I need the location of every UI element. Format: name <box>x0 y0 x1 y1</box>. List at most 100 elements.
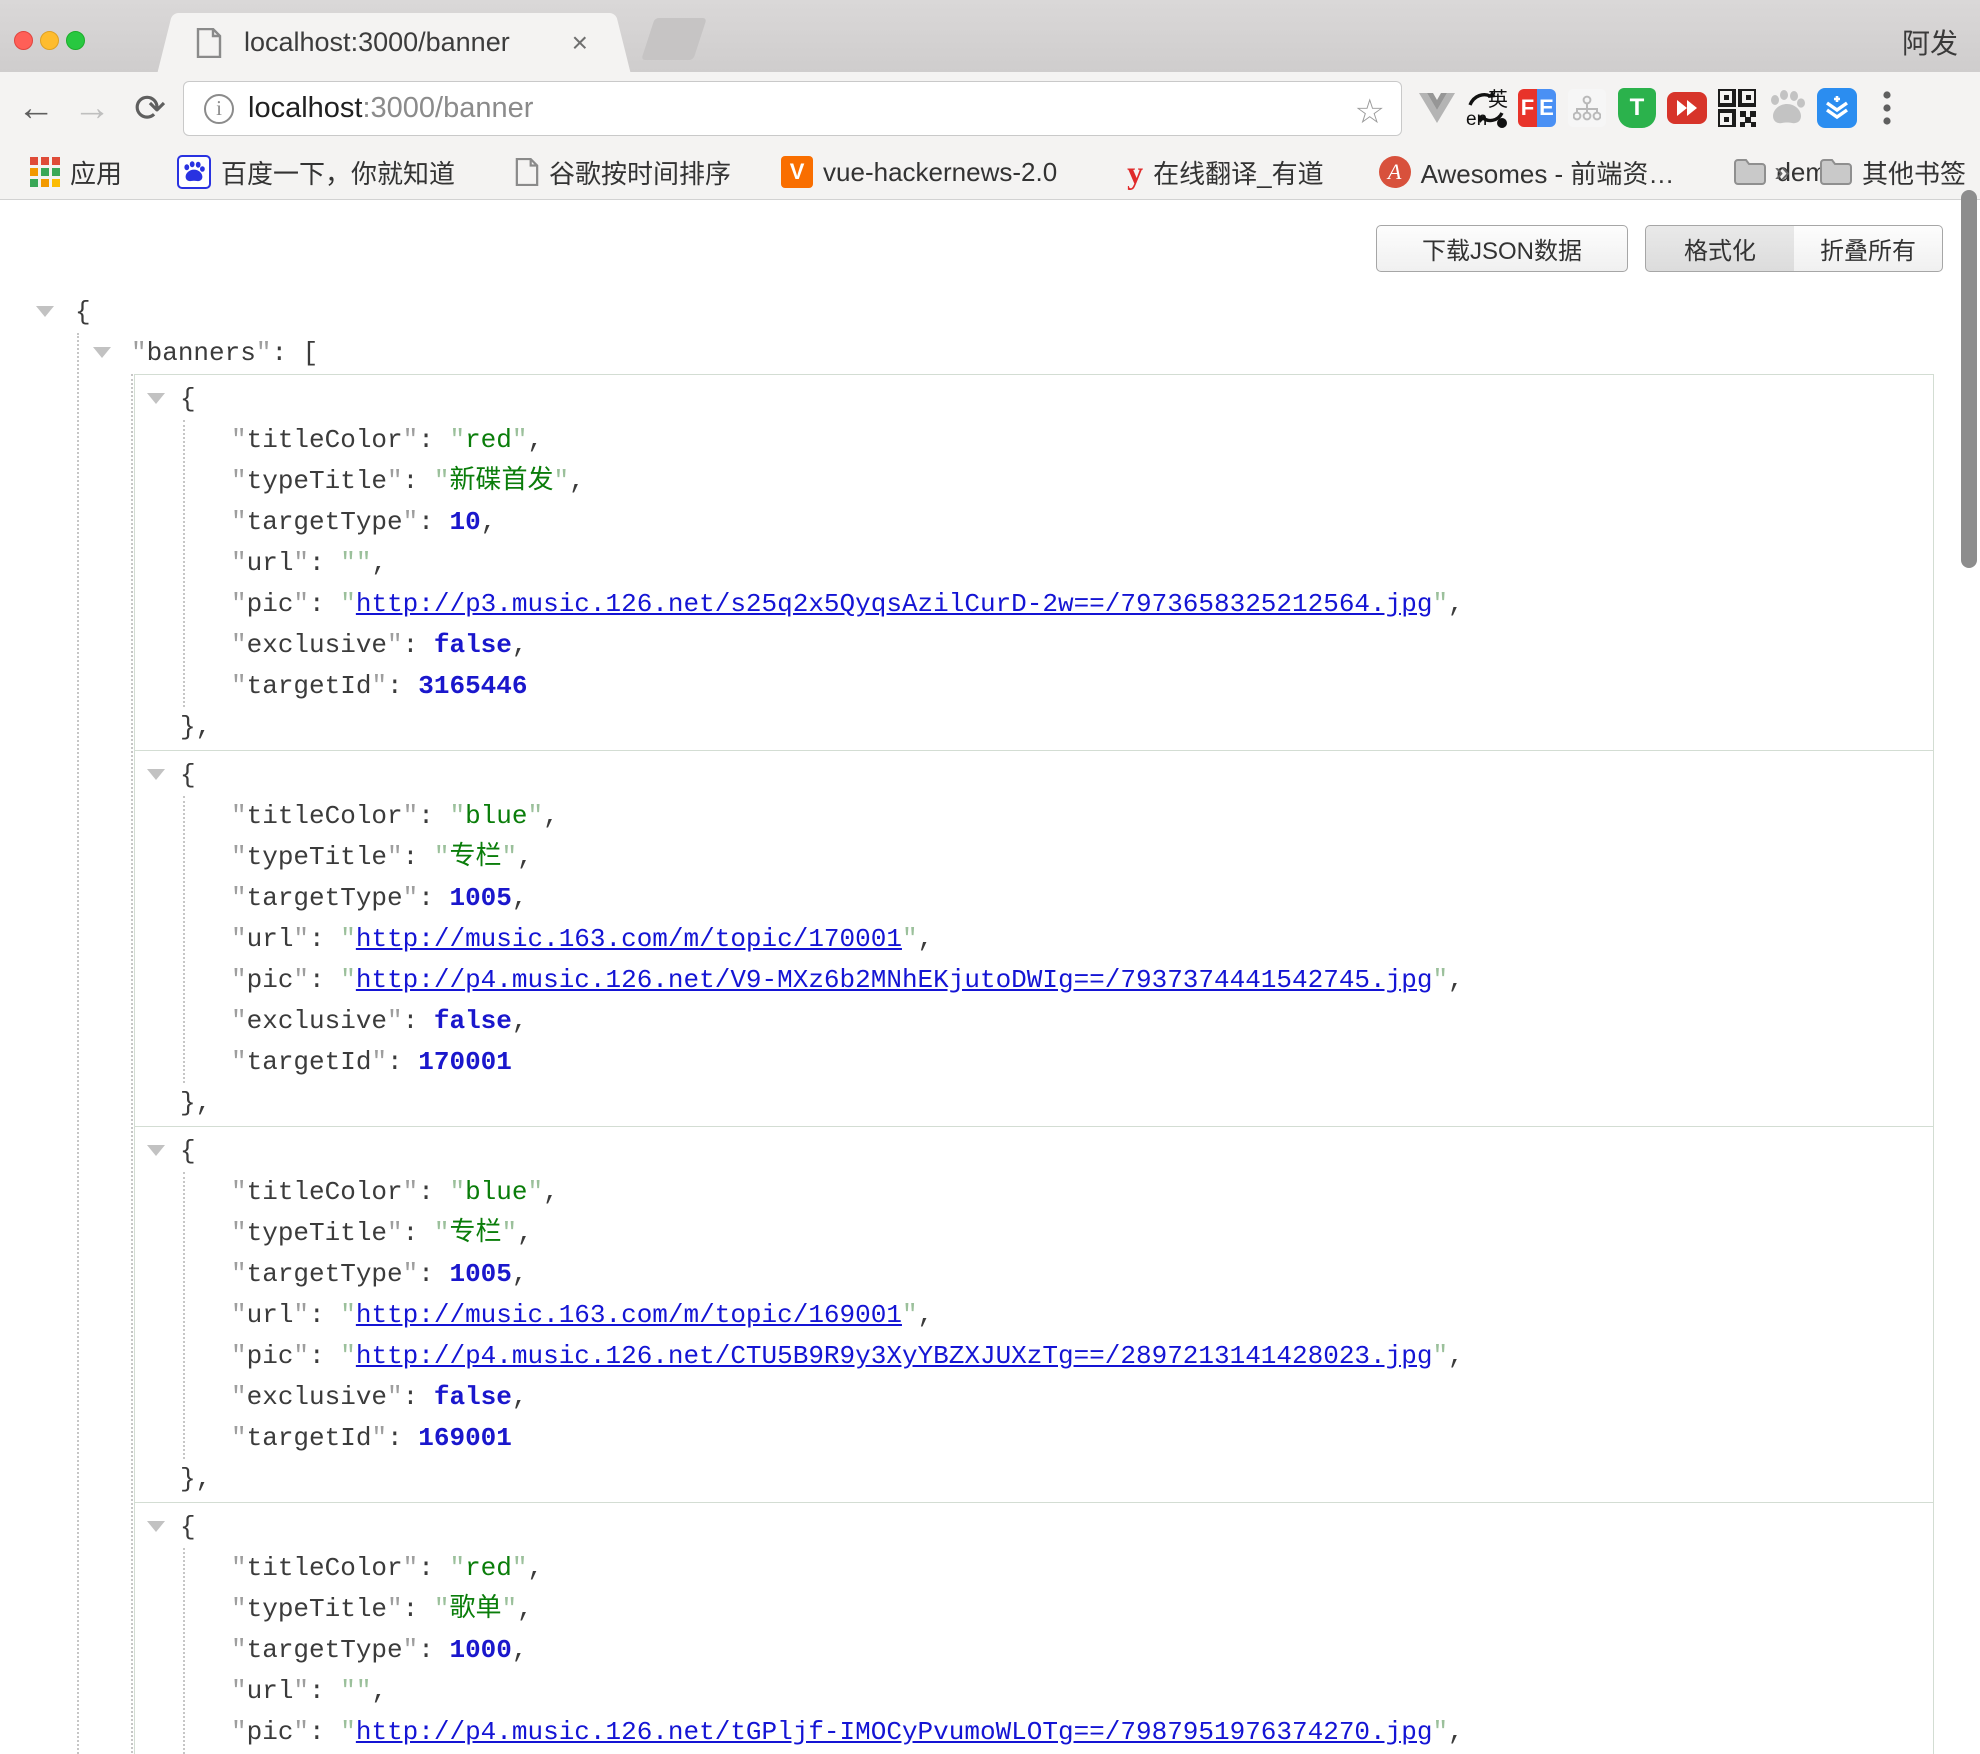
bookmark-label: Awesomes - 前端资… <box>1421 154 1675 191</box>
json-object-open: { <box>135 1131 1933 1172</box>
url-host: localhost <box>248 92 362 124</box>
json-property-targetId: "targetId": 169001 <box>185 1418 1933 1459</box>
tab-title: localhost:3000/banner <box>244 27 510 58</box>
awesomes-icon: A <box>1379 156 1411 188</box>
bookmark-label: 在线翻译_有道 <box>1153 154 1323 191</box>
extensions-row: 英enFE T <box>1412 84 1912 132</box>
json-property-exclusive: "exclusive": false, <box>185 1377 1933 1418</box>
baidu-paw-icon <box>177 155 211 189</box>
bookmarks-overflow-icon[interactable]: » <box>1774 156 1790 188</box>
paw-icon[interactable] <box>1762 84 1812 132</box>
browser-toolbar: ← → ⟳ i localhost:3000/banner ☆ 英enFE T <box>0 72 1980 145</box>
json-property-url: "url": "", <box>185 1671 1933 1712</box>
bookmark-star-icon[interactable]: ☆ <box>1355 92 1385 132</box>
collapse-triangle-icon[interactable] <box>147 393 165 404</box>
collapse-triangle-icon[interactable] <box>36 306 54 317</box>
bookmark-item-1[interactable]: 应用 <box>30 154 122 191</box>
json-viewer: {"banners": [{"titleColor": "red","typeT… <box>0 200 1980 1754</box>
format-button[interactable]: 格式化 <box>1645 225 1795 272</box>
qrcode-icon[interactable] <box>1712 84 1762 132</box>
bookmark-label: vue-hackernews-2.0 <box>823 157 1057 188</box>
json-link[interactable]: http://music.163.com/m/topic/170001 <box>356 924 902 954</box>
bookmark-label: 百度一下，你就知道 <box>221 154 455 191</box>
json-link[interactable]: http://music.163.com/m/topic/169001 <box>356 1300 902 1330</box>
bookmark-item-6[interactable]: A Awesomes - 前端资… <box>1379 154 1675 191</box>
json-banner-object-2: {"titleColor": "blue","typeTitle": "专栏",… <box>134 750 1934 1127</box>
zoom-window-button[interactable] <box>66 31 85 50</box>
downloader-icon[interactable] <box>1812 84 1862 132</box>
json-property-pic: "pic": "http://p4.music.126.net/V9-MXz6b… <box>185 960 1933 1001</box>
json-link[interactable]: http://p3.music.126.net/s25q2x5QyqsAzilC… <box>356 589 1433 619</box>
profile-name[interactable]: 阿发 <box>1902 22 1958 62</box>
video-speed-icon[interactable] <box>1662 84 1712 132</box>
page-icon <box>515 157 539 187</box>
json-property-targetType: "targetType": 1005, <box>185 878 1933 919</box>
folder-icon <box>1820 159 1852 185</box>
other-bookmarks-folder[interactable]: 其他书签 <box>1820 154 1966 191</box>
page-content: 下载JSON数据 格式化 折叠所有 {"banners": [{"titleCo… <box>0 200 1980 1754</box>
fe-icon[interactable]: FE <box>1512 84 1562 132</box>
collapse-all-button[interactable]: 折叠所有 <box>1794 225 1943 272</box>
json-property-typeTitle: "typeTitle": "专栏", <box>185 1213 1933 1254</box>
url-path: :3000/banner <box>362 92 533 124</box>
collapse-triangle-icon[interactable] <box>147 1145 165 1156</box>
address-bar[interactable]: i localhost:3000/banner ☆ <box>183 81 1402 136</box>
json-link[interactable]: http://p4.music.126.net/V9-MXz6b2MNhEKju… <box>356 965 1433 995</box>
json-banners-line: "banners": [ <box>79 333 1980 374</box>
json-banner-object-4: {"titleColor": "red","typeTitle": "歌单","… <box>134 1502 1934 1754</box>
back-icon[interactable]: ← <box>14 86 58 130</box>
json-property-url: "url": "", <box>185 543 1933 584</box>
json-object-close: }, <box>135 1459 1933 1500</box>
sitemap-icon[interactable] <box>1562 84 1612 132</box>
json-property-exclusive: "exclusive": false, <box>185 1001 1933 1042</box>
bookmarks-list: 应用 百度一下，你就知道 谷歌按时间排序 Vvue-hackernews-2.0 y 在线… <box>0 154 1841 191</box>
json-property-targetType: "targetType": 10, <box>185 502 1933 543</box>
new-tab-button[interactable] <box>641 18 707 60</box>
browser-tab[interactable]: localhost:3000/banner × <box>178 13 610 72</box>
vue-devtools-icon[interactable] <box>1412 84 1462 132</box>
collapse-triangle-icon[interactable] <box>93 347 111 358</box>
json-property-targetId: "targetId": 3165446 <box>185 666 1933 707</box>
minimize-window-button[interactable] <box>40 31 59 50</box>
json-object-open: { <box>135 1507 1933 1548</box>
json-object-open: { <box>135 379 1933 420</box>
translate-icon[interactable]: 英en <box>1462 84 1512 132</box>
json-link[interactable]: http://p4.music.126.net/tGPljf-IMOCyPvum… <box>356 1717 1433 1747</box>
json-property-typeTitle: "typeTitle": "专栏", <box>185 837 1933 878</box>
bookmark-label: 谷歌按时间排序 <box>549 154 731 191</box>
tampermonkey-icon[interactable]: T <box>1612 84 1662 132</box>
reload-icon[interactable]: ⟳ <box>128 86 172 130</box>
json-banner-object-3: {"titleColor": "blue","typeTitle": "专栏",… <box>134 1126 1934 1503</box>
json-link[interactable]: http://p4.music.126.net/CTU5B9R9y3XyYBZX… <box>356 1341 1433 1371</box>
json-root-line: { <box>0 292 1980 333</box>
bookmark-item-4[interactable]: Vvue-hackernews-2.0 <box>781 156 1057 188</box>
scrollbar-thumb[interactable] <box>1961 190 1977 568</box>
json-banner-object-1: {"titleColor": "red","typeTitle": "新碟首发"… <box>134 374 1934 751</box>
youdao-icon: y <box>1127 157 1143 187</box>
collapse-triangle-icon[interactable] <box>147 769 165 780</box>
other-bookmarks-label: 其他书签 <box>1862 154 1966 191</box>
json-property-titleColor: "titleColor": "red", <box>185 1548 1933 1589</box>
json-property-exclusive: "exclusive": false, <box>185 625 1933 666</box>
bookmark-item-2[interactable]: 百度一下，你就知道 <box>177 154 455 191</box>
collapse-triangle-icon[interactable] <box>147 1521 165 1532</box>
page-favicon-icon <box>196 28 222 58</box>
json-property-titleColor: "titleColor": "red", <box>185 420 1933 461</box>
json-property-targetType: "targetType": 1000, <box>185 1630 1933 1671</box>
browser-menu-icon[interactable] <box>1862 84 1912 132</box>
json-property-titleColor: "titleColor": "blue", <box>185 796 1933 837</box>
apps-grid-icon <box>30 157 60 187</box>
page-info-icon[interactable]: i <box>204 94 234 124</box>
close-window-button[interactable] <box>14 31 33 50</box>
json-property-url: "url": "http://music.163.com/m/topic/170… <box>185 919 1933 960</box>
bookmark-item-3[interactable]: 谷歌按时间排序 <box>515 154 731 191</box>
json-property-pic: "pic": "http://p4.music.126.net/CTU5B9R9… <box>185 1336 1933 1377</box>
json-property-targetType: "targetType": 1005, <box>185 1254 1933 1295</box>
bookmark-item-5[interactable]: y 在线翻译_有道 <box>1127 154 1323 191</box>
json-object-open: { <box>135 755 1933 796</box>
forward-icon: → <box>70 86 114 130</box>
url-text[interactable]: localhost:3000/banner <box>248 92 533 125</box>
download-json-button[interactable]: 下载JSON数据 <box>1376 225 1628 272</box>
tab-close-icon[interactable]: × <box>572 29 588 57</box>
json-object-close: }, <box>135 1083 1933 1124</box>
